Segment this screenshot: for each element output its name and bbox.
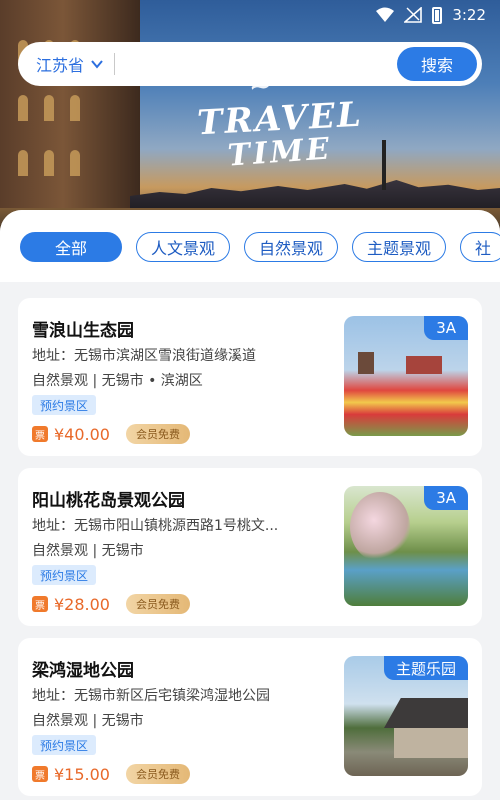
reservation-tag: 预约景区	[32, 735, 97, 755]
spot-image: 3A	[344, 486, 468, 606]
tv-tower	[382, 140, 386, 190]
rating-badge: 3A	[424, 486, 468, 510]
spot-card[interactable]: 阳山桃花岛景观公园 地址：无锡市阳山镇桃源西路1号桃文... 自然景观 | 无锡…	[18, 468, 482, 626]
tab-theme[interactable]: 主题景观	[352, 232, 447, 262]
spot-meta: 自然景观 | 无锡市 • 滨湖区	[32, 373, 203, 389]
hero-banner: ~ ~ TRAVEL TIME	[0, 0, 500, 240]
spot-meta: 自然景观 | 无锡市	[32, 543, 144, 559]
chevron-down-icon	[91, 60, 103, 69]
spot-name: 阳山桃花岛景观公园	[32, 491, 185, 511]
status-time: 3:22	[452, 6, 486, 24]
search-button[interactable]: 搜索	[397, 47, 477, 81]
building-image	[0, 0, 140, 215]
spot-address: 地址：无锡市滨湖区雪浪街道缘溪道	[32, 348, 256, 364]
tab-all[interactable]: 全部	[20, 232, 122, 262]
spot-meta: 自然景观 | 无锡市	[32, 713, 144, 729]
price-row: 票 ¥40.00 会员免费	[32, 424, 190, 444]
region-selector[interactable]: 江苏省	[36, 52, 104, 76]
tab-natural[interactable]: 自然景观	[244, 232, 339, 262]
vip-free-badge: 会员免费	[125, 594, 190, 614]
search-input[interactable]	[115, 46, 397, 82]
spot-image: 主题乐园	[344, 656, 468, 776]
price-amount: ¥28.00	[54, 594, 110, 614]
region-label: 江苏省	[36, 56, 85, 75]
content-panel: 全部 人文景观 自然景观 主题景观 社 雪浪山生态园 地址：无锡市滨湖区雪浪街道…	[0, 210, 500, 800]
ticket-icon: 票	[32, 596, 48, 612]
price-amount: ¥40.00	[54, 424, 110, 444]
spot-address: 地址：无锡市新区后宅镇梁鸿湿地公园	[32, 688, 270, 704]
price-row: 票 ¥15.00 会员免费	[32, 764, 190, 784]
price-row: 票 ¥28.00 会员免费	[32, 594, 190, 614]
tab-social[interactable]: 社	[460, 232, 500, 262]
spot-name: 雪浪山生态园	[32, 321, 134, 341]
search-bar: 江苏省 搜索	[18, 42, 482, 86]
rating-badge: 主题乐园	[383, 656, 468, 680]
status-bar: 3:22	[0, 0, 500, 30]
travel-time-logo: ~ ~ TRAVEL TIME	[196, 64, 364, 174]
tab-cultural[interactable]: 人文景观	[136, 232, 231, 262]
vip-free-badge: 会员免费	[125, 424, 190, 444]
signal-icon	[404, 7, 423, 23]
ticket-icon: 票	[32, 766, 48, 782]
wifi-icon	[376, 7, 395, 22]
ticket-icon: 票	[32, 426, 48, 442]
vip-free-badge: 会员免费	[125, 764, 190, 784]
spot-card[interactable]: 雪浪山生态园 地址：无锡市滨湖区雪浪街道缘溪道 自然景观 | 无锡市 • 滨湖区…	[18, 298, 482, 456]
battery-icon	[432, 6, 443, 24]
spot-card[interactable]: 梁鸿湿地公园 地址：无锡市新区后宅镇梁鸿湿地公园 自然景观 | 无锡市 预约景区…	[18, 638, 482, 796]
spot-name: 梁鸿湿地公园	[32, 661, 134, 681]
price-amount: ¥15.00	[54, 764, 110, 784]
spot-address: 地址：无锡市阳山镇桃源西路1号桃文...	[32, 518, 279, 534]
category-tabs: 全部 人文景观 自然景观 主题景观 社	[0, 210, 500, 282]
spot-image: 3A	[344, 316, 468, 436]
reservation-tag: 预约景区	[32, 565, 97, 585]
reservation-tag: 预约景区	[32, 395, 97, 415]
rating-badge: 3A	[424, 316, 468, 340]
